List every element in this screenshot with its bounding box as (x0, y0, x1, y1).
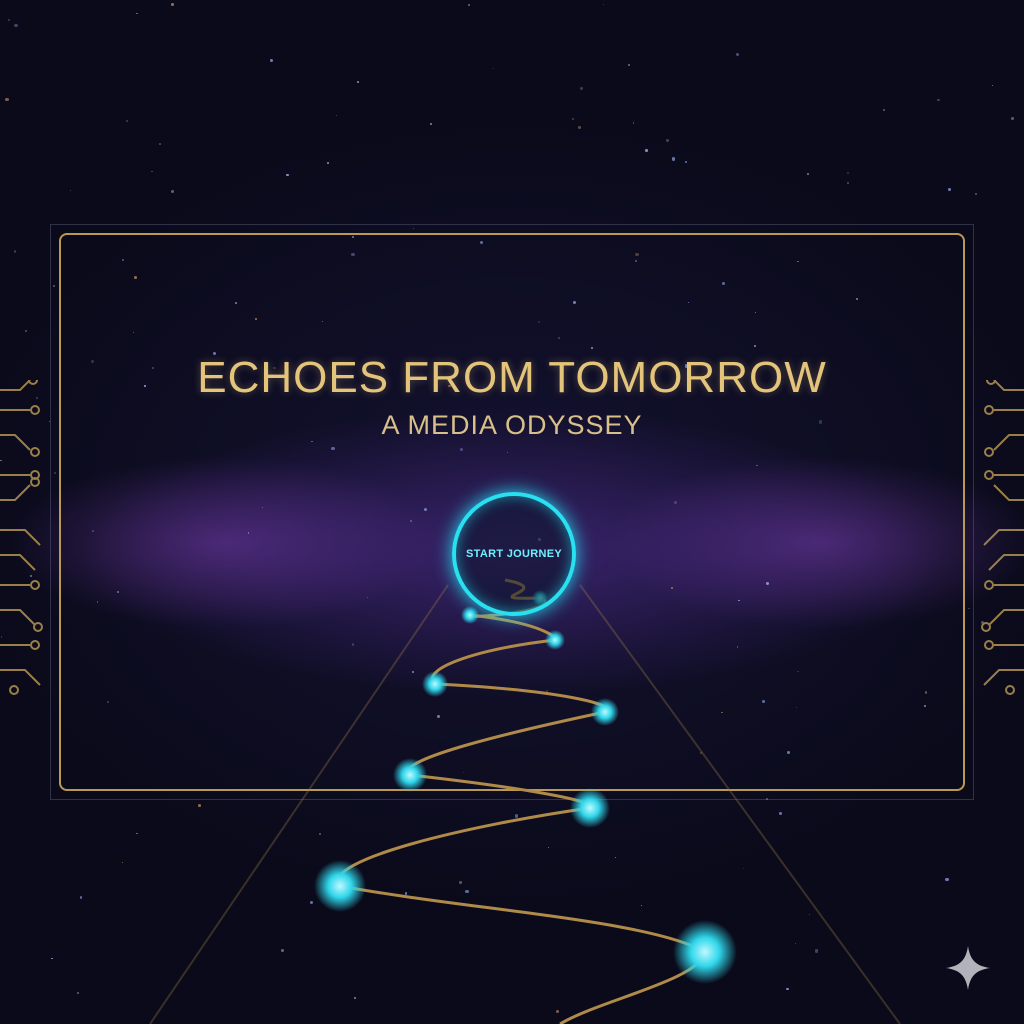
path-node (570, 788, 610, 828)
page-subtitle: A MEDIA ODYSSEY (381, 410, 643, 440)
path-node (314, 860, 366, 912)
path-node (461, 606, 479, 624)
title-screen: ECHOES FROM TOMORROW A MEDIA ODYSSEY STA… (0, 0, 1024, 1024)
page-title: ECHOES FROM TOMORROW (197, 353, 827, 402)
path-node (422, 671, 448, 697)
start-journey-button[interactable]: START JOURNEY (452, 492, 576, 616)
path-node (591, 698, 619, 726)
path-node (393, 758, 427, 792)
journey-nodes (314, 590, 737, 984)
sparkle-icon (946, 946, 990, 990)
start-journey-label: START JOURNEY (466, 548, 562, 560)
path-node (545, 630, 565, 650)
path-node (673, 920, 737, 984)
